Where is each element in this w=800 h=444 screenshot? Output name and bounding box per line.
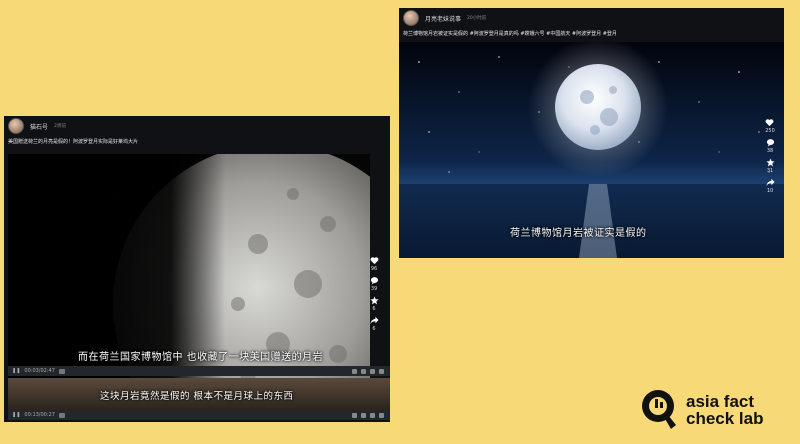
video-player[interactable]: 而在荷兰国家博物馆中 也收藏了一块美国赠送的月岩	[8, 154, 370, 398]
heart-icon	[370, 257, 378, 265]
play-pause-icon[interactable]: ❚❚	[12, 412, 20, 418]
right-post: 月亮老妹说事 20小时前 荷兰博物馆月岩被证实是假的 #阿波罗登月是真的吗 #嫦…	[399, 8, 784, 258]
avatar[interactable]	[8, 118, 24, 134]
avatar[interactable]	[403, 10, 419, 26]
post-caption: 荷兰博物馆月岩被证实是假的 #阿波罗登月是真的吗 #嫦娥六号 #中国航天 #阿波…	[403, 31, 617, 37]
second-video-frame[interactable]: 这块月岩竟然是假的 根本不是月球上的东西	[8, 378, 390, 410]
left-post: 猫石号 2周前 美国赠送荷兰的月亮是假的！阿波罗登月实际是好莱坞大片 而在荷兰国…	[4, 116, 390, 422]
comment-count: 39	[370, 286, 378, 292]
comment-button[interactable]: 39	[370, 276, 379, 292]
video-subtitle: 荷兰博物馆月岩被证实是假的	[510, 228, 647, 239]
logo-text: asia fact check lab	[686, 393, 764, 427]
settings-icon[interactable]	[370, 368, 375, 374]
favorite-count: 31	[766, 168, 774, 174]
post-time: 2周前	[54, 124, 66, 129]
comment-icon	[766, 139, 774, 147]
magnifier-logo-icon	[642, 390, 676, 429]
post-header: 猫石号 2周前	[4, 116, 390, 136]
comment-count: 38	[766, 148, 774, 154]
account-name[interactable]: 月亮老妹说事	[425, 14, 461, 23]
star-icon	[369, 296, 379, 305]
comment-button[interactable]: 38	[766, 138, 775, 154]
subtitle-icon[interactable]	[58, 368, 65, 374]
subtitle-icon[interactable]	[58, 412, 65, 418]
danmaku-icon[interactable]	[361, 368, 366, 374]
like-button[interactable]: 250	[765, 118, 775, 134]
post-caption: 美国赠送荷兰的月亮是假的！阿波罗登月实际是好莱坞大片	[8, 139, 139, 145]
volume-icon[interactable]	[352, 412, 357, 418]
settings-icon[interactable]	[370, 412, 375, 418]
player-right-controls	[352, 368, 384, 374]
share-button[interactable]: 6	[369, 316, 379, 332]
logo-line-1: asia fact	[686, 392, 755, 411]
share-icon	[369, 316, 379, 325]
asia-fact-check-lab-logo: asia fact check lab	[638, 385, 798, 435]
action-column: 96 39 6 6	[364, 256, 384, 332]
danmaku-icon[interactable]	[361, 412, 366, 418]
star-icon	[765, 158, 775, 167]
like-count: 250	[765, 128, 775, 134]
player-control-bar[interactable]: ❚❚ 00:03/02:47	[8, 366, 390, 376]
favorite-count: 6	[372, 306, 376, 312]
share-count: 6	[372, 326, 376, 332]
heart-icon	[766, 119, 774, 127]
play-pause-icon[interactable]: ❚❚	[12, 368, 20, 374]
playback-time: 00:13/00:27	[24, 412, 55, 418]
video-player[interactable]: 荷兰博物馆月岩被证实是假的	[399, 42, 784, 258]
account-name[interactable]: 猫石号	[30, 122, 48, 131]
post-header: 月亮老妹说事 20小时前	[399, 8, 784, 28]
action-column: 250 38 31 10	[760, 118, 780, 194]
fullscreen-icon[interactable]	[379, 368, 384, 374]
player-right-controls	[352, 412, 384, 418]
like-button[interactable]: 96	[370, 256, 379, 272]
playback-time: 00:03/02:47	[24, 368, 55, 374]
post-time: 20小时前	[467, 16, 487, 21]
volume-icon[interactable]	[352, 368, 357, 374]
share-count: 10	[766, 188, 774, 194]
comment-icon	[370, 277, 378, 285]
video-subtitle: 这块月岩竟然是假的 根本不是月球上的东西	[100, 391, 294, 402]
favorite-button[interactable]: 6	[369, 296, 379, 312]
share-icon	[765, 178, 775, 187]
share-button[interactable]: 10	[765, 178, 775, 194]
fullscreen-icon[interactable]	[379, 412, 384, 418]
video-subtitle: 而在荷兰国家博物馆中 也收藏了一块美国赠送的月岩	[78, 352, 324, 363]
like-count: 96	[370, 266, 378, 272]
favorite-button[interactable]: 31	[765, 158, 775, 174]
logo-line-2: check lab	[686, 409, 764, 428]
player-control-bar[interactable]: ❚❚ 00:13/00:27	[8, 410, 390, 420]
